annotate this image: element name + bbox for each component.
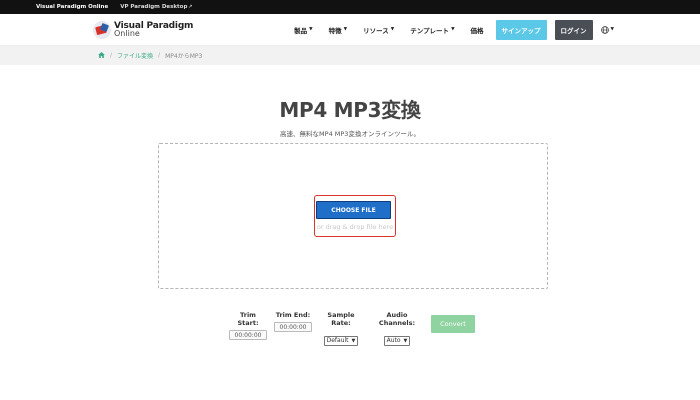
breadcrumb-current: MP4からMP3	[165, 53, 203, 60]
audio-channels-value: Auto	[386, 337, 401, 344]
breadcrumb: / ファイル変換 / MP4からMP3	[0, 46, 700, 65]
trim-end-input[interactable]: 00:00:00	[274, 322, 312, 332]
trim-start-input[interactable]: 00:00:00	[229, 330, 267, 340]
sample-rate-value: Default	[326, 337, 349, 344]
caret-down-icon: ▼	[451, 27, 455, 32]
logo-line2: Online	[114, 28, 140, 38]
nav-pricing-label: 価格	[470, 26, 484, 35]
sample-rate-group: Sample Rate: Default ▼	[318, 311, 364, 346]
topbar-brand-link[interactable]: Visual Paradigm Online	[36, 4, 108, 10]
page-title: MP4 MP3変換	[279, 98, 421, 122]
topbar-desktop-label: VP Paradigm Desktop	[120, 4, 188, 10]
nav-features-label: 特徴	[328, 26, 342, 35]
logo-text: Visual Paradigm Online	[114, 21, 193, 38]
signup-button[interactable]: サインアップ	[495, 19, 547, 40]
sample-rate-label: Sample Rate:	[327, 311, 355, 327]
sample-rate-select[interactable]: Default ▼	[323, 335, 359, 346]
nav-pricing[interactable]: 価格	[471, 25, 484, 35]
nav-templates[interactable]: テンプレート ▼	[410, 25, 454, 35]
top-bar: Visual Paradigm Online VP Paradigm Deskt…	[0, 0, 700, 14]
external-link-icon: ↗	[188, 4, 193, 10]
language-selector[interactable]: ▼	[600, 25, 614, 34]
chevron-down-icon: ▼	[403, 337, 408, 344]
caret-down-icon: ▼	[309, 27, 313, 32]
trim-start-group: Trim Start: 00:00:00	[229, 311, 267, 340]
nav-resources-label: リソース	[363, 26, 389, 35]
audio-channels-group: Audio Channels: Auto ▼	[369, 311, 425, 346]
logo-mark-icon	[93, 20, 111, 39]
page-subtitle: 高速、無料なMP4 MP3変換オンラインツール。	[280, 130, 420, 138]
topbar-desktop-link[interactable]: VP Paradigm Desktop↗	[120, 4, 192, 10]
chevron-down-icon: ▼	[351, 337, 356, 344]
home-icon[interactable]	[98, 51, 105, 60]
breadcrumb-separator: /	[158, 52, 161, 59]
globe-icon	[600, 25, 609, 34]
nav-templates-label: テンプレート	[410, 26, 450, 35]
audio-channels-select[interactable]: Auto ▼	[383, 335, 411, 346]
nav-products-label: 製品	[294, 26, 308, 35]
audio-channels-label: Audio Channels:	[378, 311, 416, 327]
logo[interactable]: Visual Paradigm Online	[93, 20, 193, 39]
convert-button[interactable]: Convert	[431, 315, 475, 333]
login-button[interactable]: ログイン	[554, 19, 593, 40]
breadcrumb-separator: /	[110, 52, 113, 59]
nav-resources[interactable]: リソース ▼	[363, 25, 394, 35]
trim-end-group: Trim End: 00:00:00	[274, 311, 312, 332]
nav-products[interactable]: 製品 ▼	[294, 25, 312, 35]
choose-file-button[interactable]: CHOOSE FILE	[316, 201, 391, 219]
caret-down-icon: ▼	[390, 27, 395, 32]
caret-down-icon: ▼	[610, 27, 614, 32]
trim-end-label: Trim End:	[275, 311, 311, 319]
breadcrumb-file-conversion[interactable]: ファイル変換	[117, 51, 153, 60]
main-nav: 製品 ▼ 特徴 ▼ リソース ▼ テンプレート ▼ 価格 サインアップ ログイン ▼	[278, 19, 614, 40]
header: Visual Paradigm Online 製品 ▼ 特徴 ▼ リソース ▼ テンプ…	[0, 14, 700, 46]
drag-drop-hint: or drag & drop file here	[316, 223, 394, 231]
nav-features[interactable]: 特徴 ▼	[329, 25, 347, 35]
caret-down-icon: ▼	[343, 27, 348, 32]
trim-start-label: Trim Start:	[237, 311, 259, 327]
